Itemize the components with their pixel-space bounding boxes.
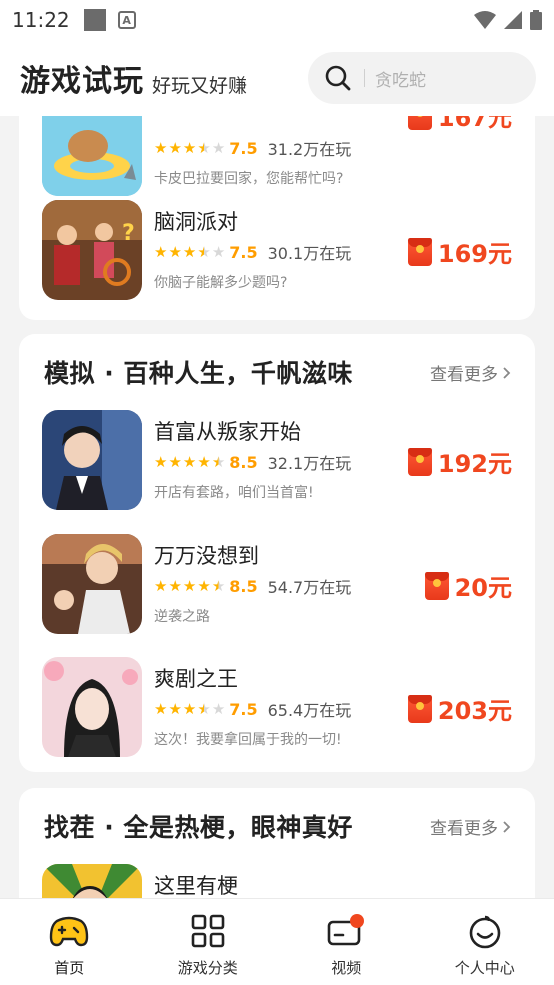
page-subtitle: 好玩又好赚 [152, 74, 248, 97]
page-title: 游戏试玩 [20, 64, 144, 99]
player-count: 30.1万在玩 [267, 244, 352, 263]
red-envelope-icon [407, 237, 432, 266]
chevron-right-icon [503, 820, 511, 833]
nav-video[interactable]: 视频 [277, 899, 416, 985]
game-stats: ★ ★ ★ ★ ★ 8.5 32.1万在玩 [154, 450, 351, 474]
bottom-nav: 首页 游戏分类 视频 个人中心 [0, 898, 554, 985]
game-rating: 7.5 [229, 138, 258, 158]
player-count: 32.1万在玩 [267, 454, 352, 473]
header: 游戏试玩 好玩又好赚 贪吃蛇 [0, 40, 554, 116]
game-rating: 8.5 [229, 452, 258, 472]
game-thumbnail[interactable] [42, 657, 142, 757]
nav-label: 首页 [54, 959, 85, 977]
red-envelope-icon [424, 571, 449, 600]
reward-badge[interactable]: 167元 [407, 116, 512, 133]
reward-amount: 167元 [437, 116, 512, 132]
game-description: 开店有套路，咱们当首富! [154, 485, 314, 501]
game-stats: ★ ★ ★ ★ ★ 7.5 31.2万在玩 [154, 136, 351, 160]
view-more-link[interactable]: 查看更多 [430, 814, 511, 839]
wifi-icon [474, 11, 496, 29]
game-description: 卡皮巴拉要回家，您能帮忙吗? [154, 171, 344, 187]
reward-amount: 20元 [454, 574, 512, 602]
chevron-right-icon [503, 366, 511, 379]
game-description: 你脑子能解多少题吗? [154, 275, 288, 291]
section-card: 找茬 · 全是热梗，眼神真好 查看更多 这里有梗 [19, 788, 535, 898]
game-name: 爽剧之王 [154, 667, 238, 691]
red-envelope-icon [407, 116, 432, 130]
view-more-label: 查看更多 [430, 365, 498, 385]
game-row[interactable]: ★ ★ ★ ★ ★ 7.5 31.2万在玩 卡皮巴拉要回家，您能帮忙吗? 167元 [42, 116, 512, 196]
status-time: 11:22 [12, 8, 70, 32]
player-count: 31.2万在玩 [267, 140, 352, 159]
game-description: 逆袭之路 [154, 609, 210, 625]
nav-label: 游戏分类 [177, 959, 238, 977]
nav-profile[interactable]: 个人中心 [416, 899, 554, 985]
svg-text:?: ? [122, 221, 135, 246]
rating-stars: ★ ★ ★ ★ ★ [154, 138, 226, 157]
reward-amount: 203元 [437, 697, 512, 725]
game-thumbnail[interactable] [42, 534, 142, 634]
player-count: 54.7万在玩 [267, 578, 352, 597]
game-row[interactable]: 万万没想到 ★ ★ ★ ★ ★ 8.5 54.7万在玩 逆袭之路 20元 [42, 534, 512, 634]
reward-badge[interactable]: 20元 [424, 568, 512, 603]
game-name: 这里有梗 [154, 874, 238, 898]
red-envelope-icon [407, 447, 432, 476]
game-list[interactable]: ★ ★ ★ ★ ★ 7.5 31.2万在玩 卡皮巴拉要回家，您能帮忙吗? 167元 [0, 116, 554, 898]
game-row[interactable]: 这里有梗 [42, 864, 512, 898]
battery-icon [530, 10, 542, 30]
status-icons [474, 10, 542, 30]
app-notification-icon: A [117, 11, 136, 29]
nav-label: 视频 [331, 959, 362, 977]
nav-label: 个人中心 [454, 959, 515, 977]
video-icon [327, 914, 365, 946]
game-rating: 7.5 [229, 242, 258, 262]
game-name: 首富从叛家开始 [154, 420, 301, 444]
game-row[interactable]: ? 脑洞派对 ★ ★ ★ ★ ★ 7.5 30.1万在玩 你脑子能解多少题吗? 169元 [42, 200, 512, 300]
game-stats: ★ ★ ★ ★ ★ 7.5 65.4万在玩 [154, 697, 351, 721]
section-title: 找茬 · 全是热梗，眼神真好 [44, 813, 353, 842]
nav-categories[interactable]: 游戏分类 [139, 899, 278, 985]
game-name: 脑洞派对 [154, 210, 238, 234]
red-envelope-icon [407, 694, 432, 723]
section-title: 模拟 · 百种人生，千帆滋味 [44, 359, 353, 388]
player-count: 65.4万在玩 [267, 701, 352, 720]
rating-stars: ★ ★ ★ ★ ★ [154, 452, 226, 471]
game-thumbnail[interactable] [42, 410, 142, 510]
game-description: 这次！我要拿回属于我的一切! [154, 732, 342, 748]
game-name: 万万没想到 [154, 544, 259, 568]
smiley-icon [469, 915, 501, 949]
rating-stars: ★ ★ ★ ★ ★ [154, 242, 226, 261]
game-row[interactable]: 爽剧之王 ★ ★ ★ ★ ★ 7.5 65.4万在玩 这次！我要拿回属于我的一切! 20… [42, 657, 512, 757]
game-stats: ★ ★ ★ ★ ★ 7.5 30.1万在玩 [154, 240, 351, 264]
gamepad-icon [50, 916, 89, 947]
game-thumbnail[interactable]: ? [42, 200, 142, 300]
search-placeholder: 贪吃蛇 [375, 70, 426, 91]
status-bar: 11:22 A [0, 0, 554, 40]
game-stats: ★ ★ ★ ★ ★ 8.5 54.7万在玩 [154, 574, 351, 598]
rating-stars: ★ ★ ★ ★ ★ [154, 699, 226, 718]
reward-badge[interactable]: 203元 [407, 691, 512, 726]
notification-icon [83, 9, 106, 31]
game-rating: 8.5 [229, 576, 258, 596]
section-card: 模拟 · 百种人生，千帆滋味 查看更多 首富从叛家开始 ★ ★ ★ ★ ★ 8.… [19, 334, 535, 772]
reward-amount: 192元 [437, 450, 512, 478]
search-divider [364, 69, 365, 87]
rating-stars: ★ ★ ★ ★ ★ [154, 576, 226, 595]
game-rating: 7.5 [229, 699, 258, 719]
view-more-link[interactable]: 查看更多 [430, 360, 511, 385]
game-thumbnail[interactable] [42, 864, 142, 898]
signal-icon [504, 11, 522, 29]
section-card: ★ ★ ★ ★ ★ 7.5 31.2万在玩 卡皮巴拉要回家，您能帮忙吗? 167元 [19, 116, 535, 320]
search-icon [325, 65, 351, 91]
game-row[interactable]: 首富从叛家开始 ★ ★ ★ ★ ★ 8.5 32.1万在玩 开店有套路，咱们当首富! 1… [42, 410, 512, 510]
reward-amount: 169元 [437, 240, 512, 268]
game-thumbnail[interactable] [42, 116, 142, 196]
nav-home[interactable]: 首页 [0, 899, 139, 985]
reward-badge[interactable]: 192元 [407, 444, 512, 479]
view-more-label: 查看更多 [430, 819, 498, 839]
search-box[interactable]: 贪吃蛇 [308, 52, 536, 104]
grid-icon [191, 914, 225, 948]
reward-badge[interactable]: 169元 [407, 234, 512, 269]
